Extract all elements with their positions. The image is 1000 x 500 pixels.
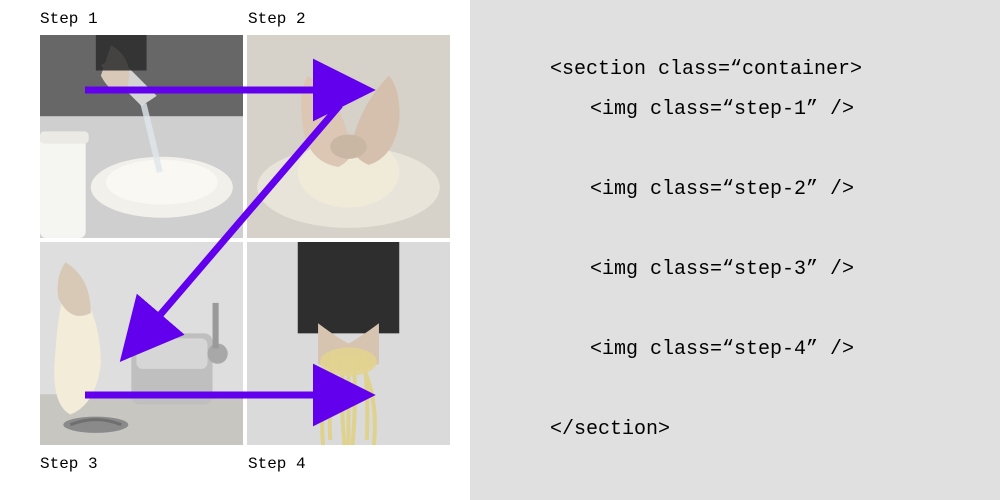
code-line-2: <img class=“step-1” /> <box>550 90 862 130</box>
step-3-label: Step 3 <box>40 455 98 473</box>
code-line-1: <section class=“container> <box>550 58 862 81</box>
diagram-pane: Step 1 Step 2 Step 3 Step 4 <box>0 0 470 500</box>
code-line-6: </section> <box>550 418 670 441</box>
code-pane: <section class=“container> <img class=“s… <box>470 0 1000 500</box>
step-1-label: Step 1 <box>40 10 98 28</box>
step-2-label: Step 2 <box>248 10 306 28</box>
step-4-image <box>247 242 450 445</box>
step-4-label: Step 4 <box>248 455 306 473</box>
code-snippet: <section class=“container> <img class=“s… <box>550 10 862 490</box>
image-grid <box>40 35 450 445</box>
code-line-4: <img class=“step-3” /> <box>550 250 862 290</box>
step-1-image <box>40 35 243 238</box>
step-3-image <box>40 242 243 445</box>
step-2-image <box>247 35 450 238</box>
code-line-5: <img class=“step-4” /> <box>550 330 862 370</box>
code-line-3: <img class=“step-2” /> <box>550 170 862 210</box>
